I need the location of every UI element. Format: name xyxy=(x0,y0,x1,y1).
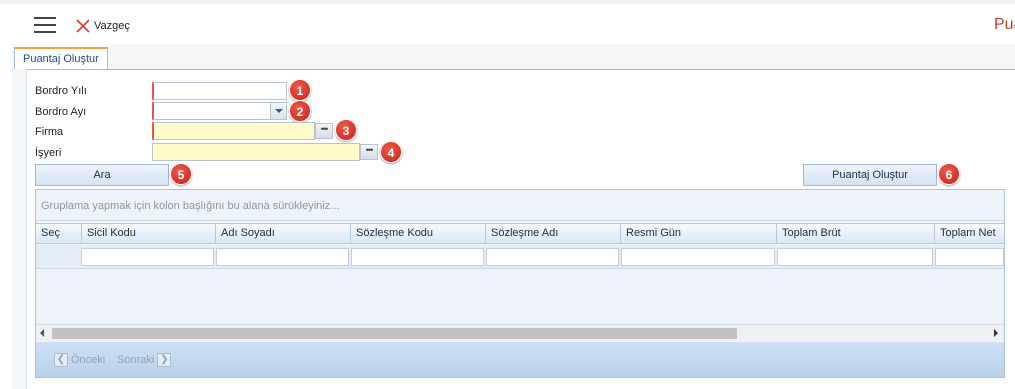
group-by-panel[interactable]: Gruplama yapmak için kolon başlığını bu … xyxy=(36,190,1004,221)
scroll-right-icon[interactable] xyxy=(994,329,998,337)
horizontal-scrollbar[interactable] xyxy=(36,324,1004,341)
badge-4: 4 xyxy=(380,141,402,163)
filter-sozlesme-kodu[interactable] xyxy=(351,248,484,266)
badge-6: 6 xyxy=(938,163,960,185)
chevron-right-icon: ❯ xyxy=(157,353,172,367)
chevron-left-icon: ❮ xyxy=(54,353,68,367)
filter-sozlesme-adi[interactable] xyxy=(486,248,619,266)
column-header-sozlesme-adi[interactable]: Sözleşme Adı xyxy=(486,224,621,243)
cancel-button[interactable]: Vazgeç xyxy=(76,17,130,35)
badge-2: 2 xyxy=(289,100,311,122)
column-header-adi-soyadi[interactable]: Adı Soyadı xyxy=(216,224,351,243)
scroll-left-icon[interactable] xyxy=(40,329,44,337)
page-title: Pua xyxy=(994,16,1015,33)
tab-puantaj-olustur[interactable]: Puantaj Oluştur xyxy=(14,47,108,69)
column-header-resmi-gun[interactable]: Resmi Gün xyxy=(621,224,777,243)
column-header-toplam-brut[interactable]: Toplam Brüt xyxy=(777,224,935,243)
create-timesheet-button[interactable]: Puantaj Oluştur xyxy=(803,164,937,186)
close-x-icon xyxy=(76,19,90,33)
badge-3: 3 xyxy=(335,119,357,141)
tabstrip: Puantaj Oluştur xyxy=(14,47,108,69)
hamburger-menu-icon[interactable] xyxy=(34,17,56,33)
company-lookup-button[interactable]: ••• xyxy=(315,123,333,139)
workplace-lookup-button[interactable]: ••• xyxy=(360,144,378,160)
grid-header: Seç Sicil Kodu Adı Soyadı Sözleşme Kodu … xyxy=(36,223,1004,244)
workplace-input[interactable] xyxy=(152,143,360,161)
column-header-sicil-kodu[interactable]: Sicil Kodu xyxy=(82,224,216,243)
cancel-label: Vazgeç xyxy=(94,20,130,32)
prev-page-button[interactable]: ❮ Önceki xyxy=(54,352,105,368)
column-header-sozlesme-kodu[interactable]: Sözleşme Kodu xyxy=(351,224,486,243)
filter-row xyxy=(36,245,1004,269)
year-label: Bordro Yılı xyxy=(35,85,87,97)
grid-body xyxy=(36,270,1004,324)
filter-resmi-gun[interactable] xyxy=(621,248,775,266)
pager: ❮ Önceki Sonraki ❯ xyxy=(36,342,1004,377)
year-input[interactable] xyxy=(152,82,287,100)
filter-adi-soyadi[interactable] xyxy=(216,248,349,266)
next-label: Sonraki xyxy=(117,354,155,366)
filter-toplam-brut[interactable] xyxy=(777,248,933,266)
top-toolbar: Vazgeç Pua xyxy=(0,0,1015,44)
column-header-toplam-net[interactable]: Toplam Net xyxy=(935,224,1004,243)
next-page-button[interactable]: Sonraki ❯ xyxy=(117,352,172,368)
search-button[interactable]: Ara xyxy=(35,164,169,186)
chevron-down-icon[interactable] xyxy=(270,103,286,119)
filter-toplam-net[interactable] xyxy=(935,248,1004,266)
month-select[interactable] xyxy=(152,102,287,120)
filter-sicil-kodu[interactable] xyxy=(81,248,214,266)
scrollbar-thumb[interactable] xyxy=(52,328,737,339)
column-header-sec[interactable]: Seç xyxy=(36,224,82,243)
workplace-label: İşyeri xyxy=(35,147,62,159)
company-label: Firma xyxy=(35,126,64,138)
month-label: Bordro Ayı xyxy=(35,106,87,118)
badge-5: 5 xyxy=(170,163,192,185)
prev-label: Önceki xyxy=(71,354,106,366)
company-input[interactable] xyxy=(152,122,315,140)
data-grid: Gruplama yapmak için kolon başlığını bu … xyxy=(35,189,1005,378)
badge-1: 1 xyxy=(289,79,311,101)
